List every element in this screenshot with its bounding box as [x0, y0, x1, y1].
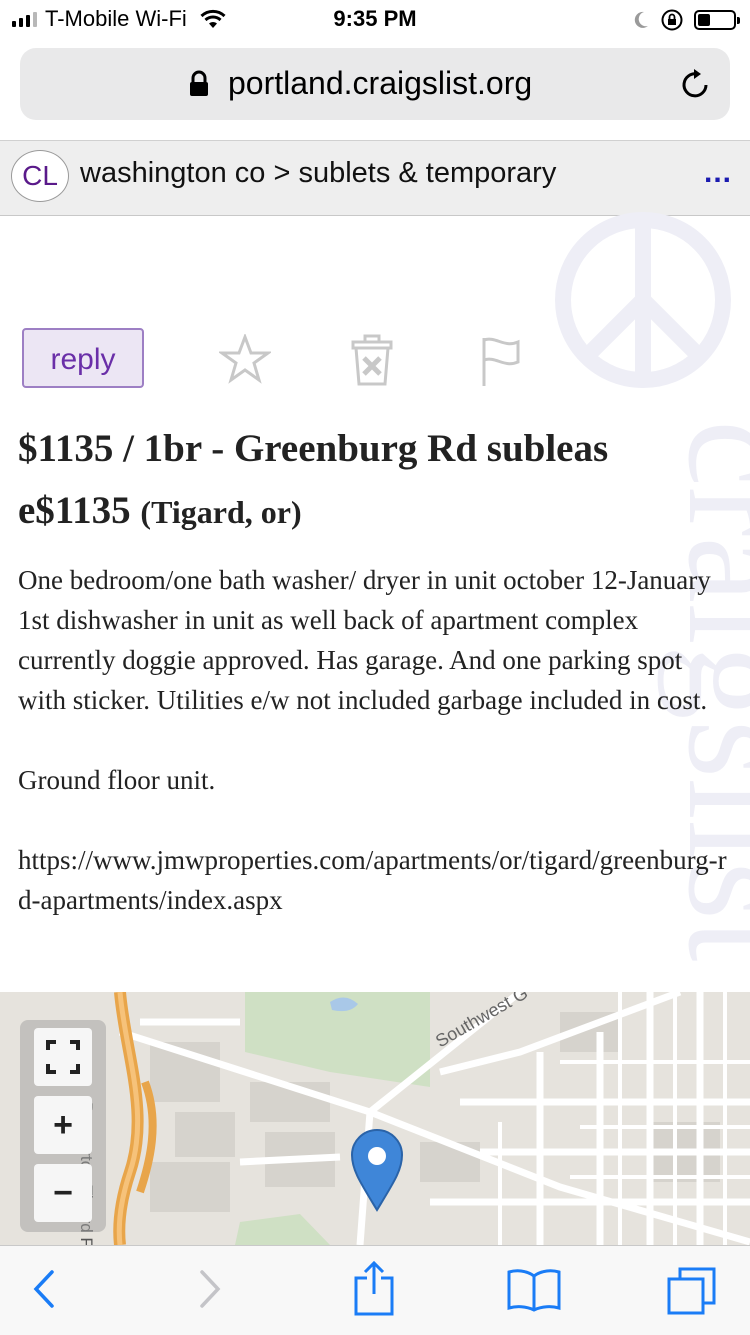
tabs-icon[interactable]: [666, 1266, 718, 1316]
bookmarks-icon[interactable]: [506, 1266, 562, 1312]
orientation-lock-icon: [661, 9, 683, 31]
zoom-in-button[interactable]: +: [34, 1096, 92, 1154]
body-link: https://www.jmwproperties.com/apartments…: [18, 845, 727, 915]
battery-icon: [694, 10, 740, 30]
zoom-out-button[interactable]: −: [34, 1164, 92, 1222]
back-icon[interactable]: [30, 1266, 58, 1312]
share-icon[interactable]: [352, 1260, 396, 1316]
reload-icon[interactable]: [680, 66, 712, 100]
posting-title: $1135 / 1br - Greenburg Rd subleas​e$113…: [18, 418, 718, 543]
reply-button[interactable]: reply: [22, 328, 144, 388]
fullscreen-button[interactable]: [34, 1028, 92, 1086]
star-icon[interactable]: [219, 334, 271, 384]
address-url[interactable]: portland.craigslist.org: [228, 65, 532, 102]
posting-body: One bedroom/one bath washer/ dryer in un…: [18, 560, 730, 920]
breadcrumb-bar: CL washington co > sublets & temporary .…: [0, 141, 750, 216]
more-menu-button[interactable]: ...: [704, 156, 732, 190]
location-map[interactable]: Beaverton-Tigard Freew Southwest G + −: [0, 992, 750, 1245]
craigslist-logo[interactable]: CL: [11, 150, 69, 202]
battery-fill: [698, 14, 710, 26]
status-right: [632, 8, 740, 32]
forward-icon[interactable]: [196, 1266, 224, 1312]
body-paragraph: One bedroom/one bath washer/ dryer in un…: [18, 565, 711, 715]
map-controls: + −: [20, 1020, 106, 1232]
status-bar: T-Mobile Wi-Fi 9:35 PM: [0, 0, 750, 40]
lock-icon: [190, 70, 208, 96]
moon-icon: [634, 11, 648, 28]
map-tiles: [0, 992, 750, 1245]
flag-icon[interactable]: [476, 334, 524, 388]
hide-trash-icon[interactable]: [347, 334, 397, 388]
address-bar[interactable]: portland.craigslist.org: [20, 48, 730, 120]
posting-title-text: $1135 / 1br - Greenburg Rd subleas​e$113…: [18, 427, 609, 532]
fullscreen-icon: [46, 1040, 80, 1074]
posting-location: (Tigard, or): [140, 494, 302, 530]
browser-toolbar: [0, 1245, 750, 1335]
body-paragraph: Ground floor unit.: [18, 765, 216, 795]
breadcrumb[interactable]: washington co > sublets & temporary: [80, 157, 556, 190]
